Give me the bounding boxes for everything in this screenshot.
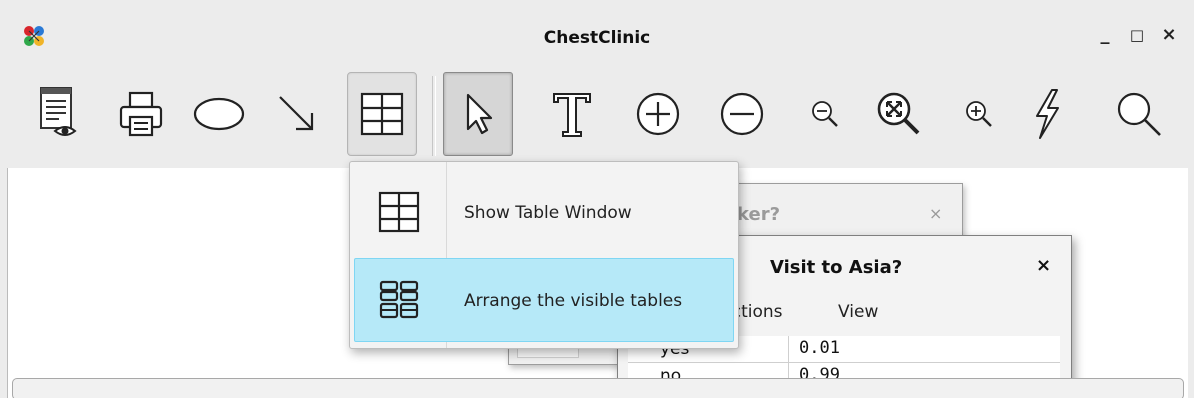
table-button[interactable]: [347, 72, 417, 156]
menu-item-label: Show Table Window: [464, 203, 632, 223]
minimize-button[interactable]: _: [1092, 22, 1118, 48]
arrange-tables-icon: [378, 279, 420, 321]
window-title: ChestClinic: [543, 28, 651, 48]
menu-item-label: Arrange the visible tables: [464, 291, 683, 311]
compile-button[interactable]: [1012, 72, 1082, 156]
bottom-panel: [12, 378, 1184, 398]
search-button[interactable]: [1104, 72, 1174, 156]
app-window: ChestClinic _ □ × ker? × Visit to Asia? …: [0, 0, 1194, 398]
pointer-icon: [466, 93, 493, 135]
close-button[interactable]: ×: [1156, 22, 1182, 48]
printer-icon: [119, 91, 163, 137]
menu-item-show-table-window[interactable]: Show Table Window: [354, 170, 734, 254]
table-window-title: Visit to Asia?: [770, 257, 903, 278]
node-tool-button[interactable]: [184, 72, 254, 156]
value-cell[interactable]: 0.01: [788, 336, 1061, 362]
title-bar: ChestClinic _ □ ×: [0, 0, 1194, 68]
text-tool-button[interactable]: [537, 72, 607, 156]
menu-item-arrange-tables[interactable]: Arrange the visible tables: [354, 258, 734, 342]
table-window-title: ker?: [737, 204, 781, 225]
remove-button[interactable]: [707, 72, 777, 156]
add-button[interactable]: [623, 72, 693, 156]
lightning-icon: [1036, 89, 1059, 139]
zoom-out-icon: [812, 101, 838, 127]
plus-circle-icon: [636, 92, 680, 136]
ellipse-icon: [193, 97, 245, 131]
table-window-close-button[interactable]: ×: [1036, 255, 1051, 276]
table-grid-icon: [360, 92, 404, 136]
link-tool-button[interactable]: [262, 72, 332, 156]
probability-value: 0.01: [799, 338, 840, 358]
table-window-close-button[interactable]: ×: [929, 204, 942, 223]
search-icon: [1117, 92, 1161, 136]
table-dropdown-menu: Show Table Window Arrange the visible ta…: [349, 161, 739, 349]
menu-view[interactable]: View: [838, 302, 878, 322]
toolbar: [0, 68, 1194, 168]
zoom-in-button[interactable]: [944, 72, 1014, 156]
zoom-fit-icon: [877, 92, 920, 135]
print-button[interactable]: [106, 72, 176, 156]
toolbar-separator: [432, 76, 436, 156]
table-grid-icon: [378, 191, 420, 233]
arrow-diagonal-icon: [279, 96, 314, 131]
zoom-out-button[interactable]: [790, 72, 860, 156]
view-document-button[interactable]: [24, 72, 94, 156]
zoom-fit-button[interactable]: [864, 72, 934, 156]
maximize-button[interactable]: □: [1124, 22, 1150, 48]
document-eye-icon: [40, 87, 77, 136]
zoom-in-icon: [966, 101, 992, 127]
text-t-icon: [553, 93, 591, 137]
select-tool-button[interactable]: [443, 72, 513, 156]
minus-circle-icon: [720, 92, 764, 136]
